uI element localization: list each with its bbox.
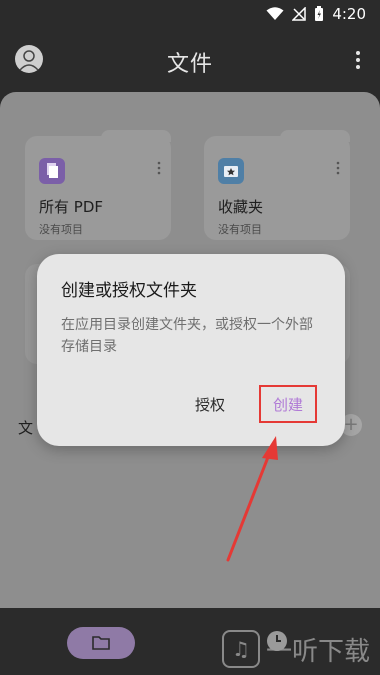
battery-icon [314, 6, 324, 22]
page-title: 文件 [166, 52, 213, 77]
folder-tab [280, 130, 350, 142]
folder-card-all-pdf[interactable]: 所有 PDF 没有项目 [25, 130, 171, 240]
create-button[interactable]: 创建 [259, 385, 317, 423]
authorize-button[interactable]: 授权 [195, 394, 225, 415]
signal-icon [292, 7, 307, 21]
bottom-nav: ♫ 一听下载 [0, 608, 380, 675]
card-title: 所有 PDF [39, 198, 103, 216]
create-or-authorize-dialog: 创建或授权文件夹 在应用目录创建文件夹，或授权一个外部存储目录 授权 创建 [37, 254, 345, 446]
folder-icon[interactable] [67, 627, 135, 659]
card-menu-icon[interactable] [336, 160, 340, 175]
card-menu-icon[interactable] [157, 160, 161, 175]
pdf-icon [39, 158, 65, 184]
star-folder-icon [218, 158, 244, 184]
app-bar: 文件 [0, 28, 380, 92]
more-vert-icon[interactable] [350, 48, 366, 72]
watermark: ♫ 一听下载 [222, 628, 370, 670]
status-bar: 4:20 [0, 0, 380, 28]
watermark-text: 一听下载 [266, 636, 371, 667]
folder-tab [101, 130, 171, 142]
wifi-icon [266, 7, 284, 21]
dialog-message: 在应用目录创建文件夹，或授权一个外部存储目录 [61, 317, 313, 355]
watermark-logo-icon: ♫ [222, 630, 260, 668]
card-title: 收藏夹 [218, 198, 264, 216]
card-subtitle: 没有项目 [39, 223, 83, 236]
dialog-title: 创建或授权文件夹 [61, 281, 197, 301]
section-label: 文 [18, 419, 34, 437]
card-subtitle: 没有项目 [218, 223, 262, 236]
folder-card-favorites[interactable]: 收藏夹 没有项目 [204, 130, 350, 240]
clock-time: 4:20 [332, 5, 366, 23]
